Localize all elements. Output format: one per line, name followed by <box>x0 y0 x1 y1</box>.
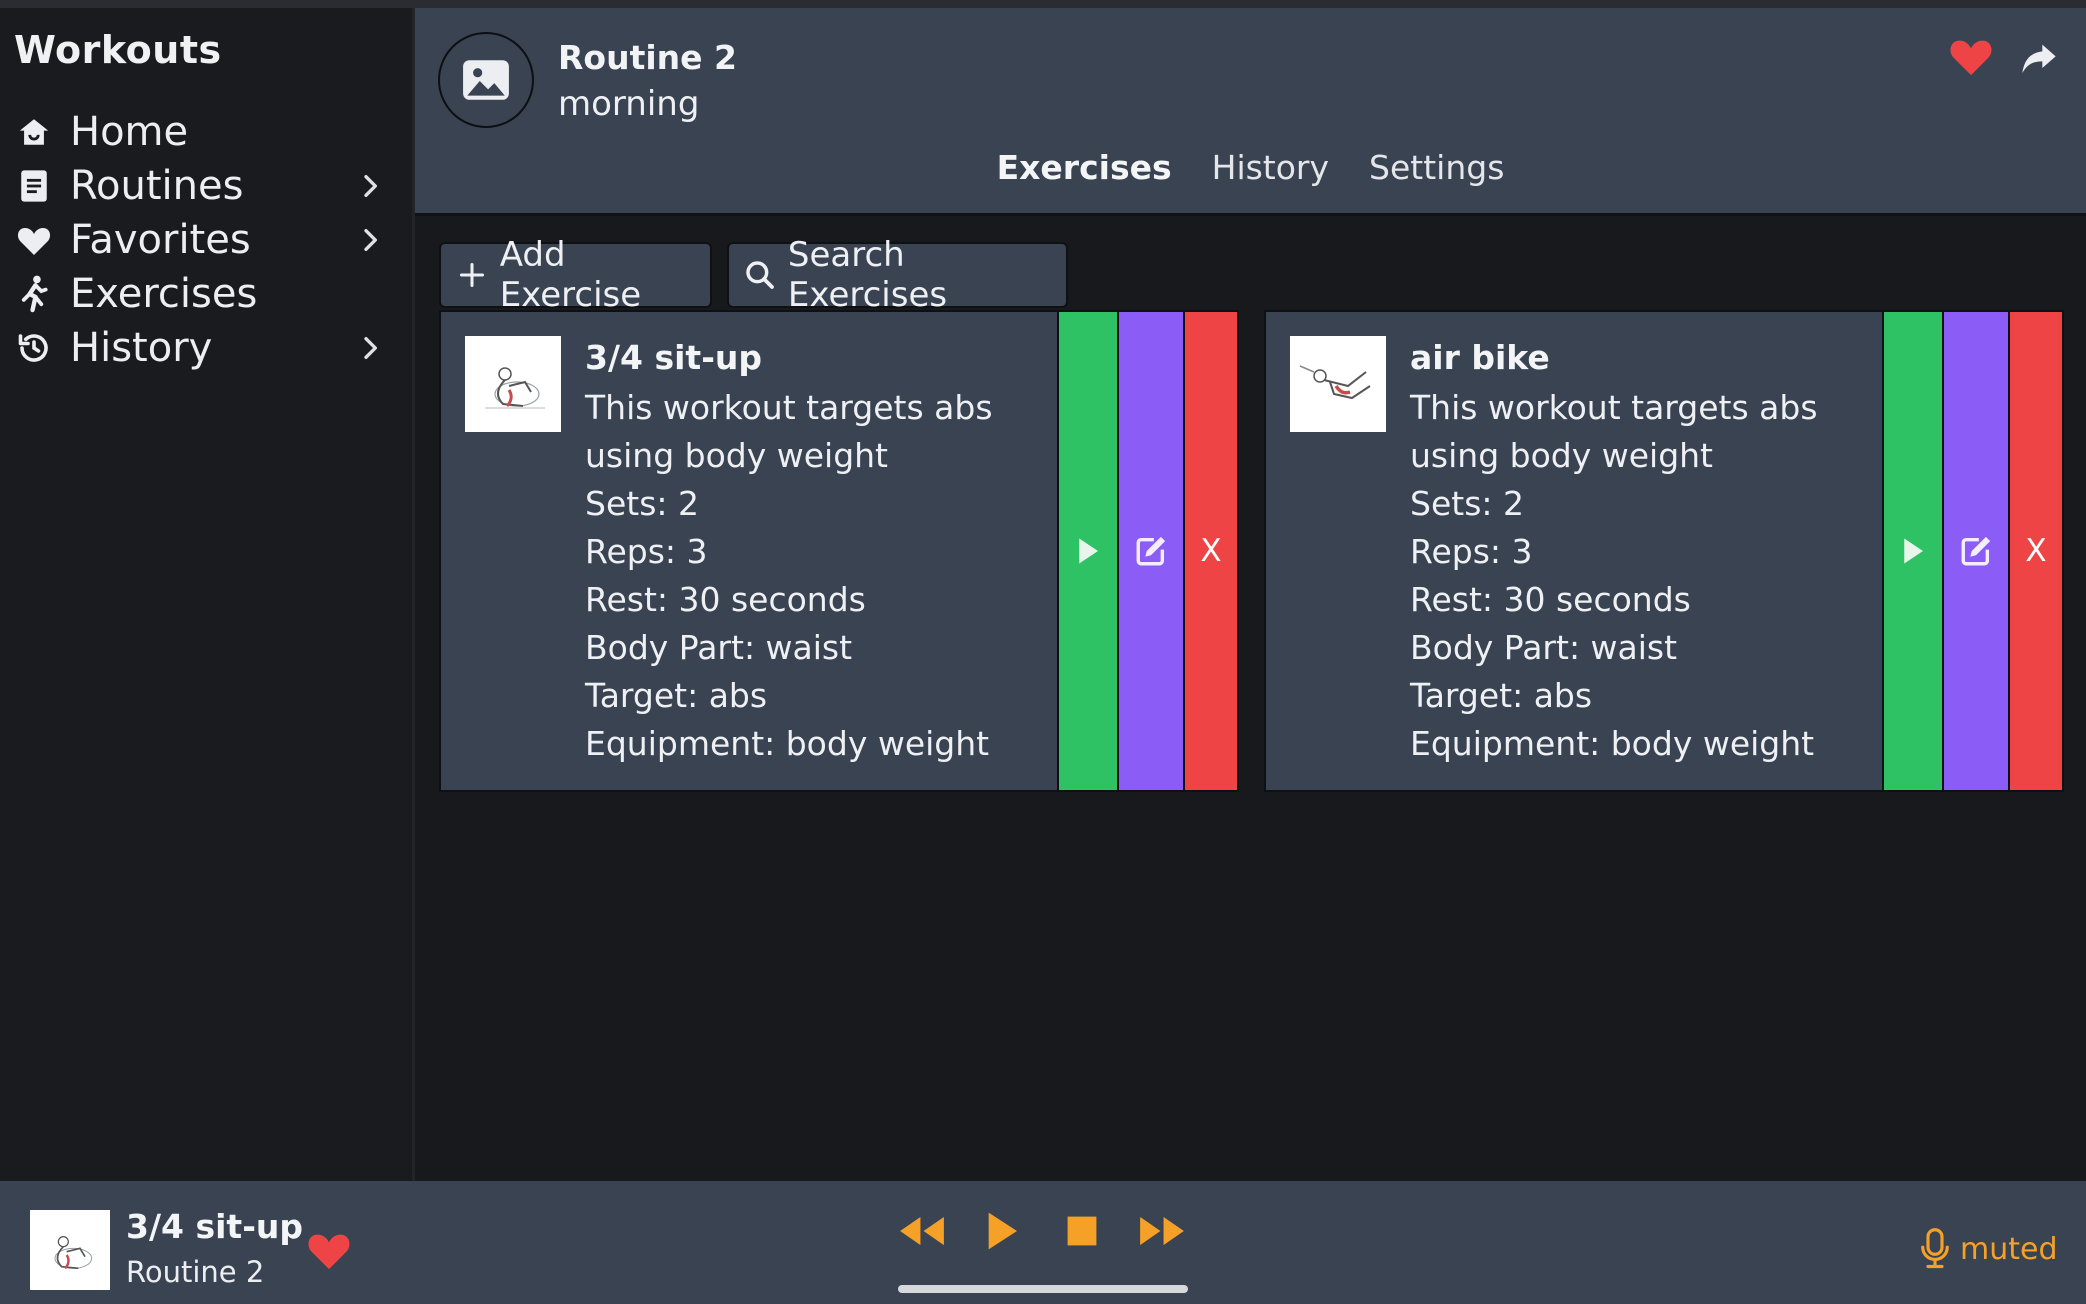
exercise-actions: X <box>1057 312 1237 790</box>
exercise-sets: Sets: 2 <box>1410 484 1524 523</box>
search-icon <box>743 257 778 293</box>
edit-icon <box>1136 536 1166 566</box>
rewind-button[interactable] <box>893 1207 951 1255</box>
exercise-card: air bike This workout targets abs using … <box>1264 310 2064 792</box>
player-favorite-heart-icon[interactable] <box>306 1227 352 1273</box>
fast-forward-button[interactable] <box>1133 1207 1191 1255</box>
exercise-reps: Reps: 3 <box>585 532 708 571</box>
fast-forward-icon <box>1140 1216 1184 1246</box>
stop-button[interactable] <box>1053 1207 1111 1255</box>
image-icon <box>463 60 509 100</box>
rewind-icon <box>900 1216 944 1246</box>
chevron-right-icon <box>364 229 377 251</box>
heart-icon <box>14 220 54 260</box>
tab-exercises[interactable]: Exercises <box>997 148 1172 187</box>
play-exercise-button[interactable] <box>1882 312 1942 790</box>
exercise-sets: Sets: 2 <box>585 484 699 523</box>
tab-settings[interactable]: Settings <box>1369 148 1504 187</box>
exercise-description-cont: using body weight <box>1410 436 1713 475</box>
exercise-card: 3/4 sit-up This workout targets abs usin… <box>439 310 1239 792</box>
sidebar-item-label: Favorites <box>70 217 251 263</box>
exercise-details: This workout targets abs using body weig… <box>585 384 1055 768</box>
exercise-name: 3/4 sit-up <box>585 338 763 377</box>
edit-exercise-button[interactable] <box>1942 312 2008 790</box>
sidebar-item-label: History <box>70 325 213 371</box>
play-icon <box>1079 538 1098 564</box>
delete-exercise-button[interactable]: X <box>2008 312 2062 790</box>
routine-subtitle: morning <box>558 84 700 124</box>
tab-history[interactable]: History <box>1212 148 1329 187</box>
app-title: Workouts <box>14 28 222 72</box>
delete-exercise-button[interactable]: X <box>1183 312 1237 790</box>
top-border <box>0 0 2086 8</box>
chevron-right-icon <box>364 337 377 359</box>
exercise-equipment: Equipment: body weight <box>1410 724 1815 763</box>
exercise-name: air bike <box>1410 338 1550 377</box>
add-exercise-label: Add Exercise <box>499 235 642 315</box>
routine-header: Routine 2 morning Exercises History Sett… <box>415 8 2086 216</box>
search-exercises-button[interactable]: Search Exercises <box>727 235 1068 315</box>
play-exercise-button[interactable] <box>1057 312 1117 790</box>
exercise-target: Target: abs <box>1410 676 1593 715</box>
exercise-actions: X <box>1882 312 2062 790</box>
add-exercise-button[interactable]: Add Exercise <box>439 235 712 315</box>
exercise-description: This workout targets abs <box>585 388 993 427</box>
plus-icon <box>455 257 490 293</box>
exercise-equipment: Equipment: body weight <box>585 724 990 763</box>
exercise-body-part: Body Part: waist <box>1410 628 1678 667</box>
player-routine-name: Routine 2 <box>126 1255 265 1289</box>
sidebar-item-label: Routines <box>70 163 244 209</box>
exercise-rest: Rest: 30 seconds <box>585 580 866 619</box>
exercise-thumbnail <box>465 336 561 432</box>
microphone-icon <box>1921 1228 1949 1269</box>
sidebar-item-label: Home <box>70 109 189 155</box>
home-icon <box>14 112 54 152</box>
exercise-description: This workout targets abs <box>1410 388 1818 427</box>
document-icon <box>14 166 54 206</box>
edit-exercise-button[interactable] <box>1117 312 1183 790</box>
edit-icon <box>1961 536 1991 566</box>
chevron-right-icon <box>364 175 377 197</box>
exercise-description-cont: using body weight <box>585 436 888 475</box>
play-button[interactable] <box>973 1207 1031 1255</box>
player-thumbnail <box>30 1210 110 1290</box>
exercise-thumbnail <box>1290 336 1386 432</box>
home-indicator <box>898 1285 1188 1293</box>
exercise-reps: Reps: 3 <box>1410 532 1533 571</box>
stop-icon <box>1067 1216 1097 1246</box>
play-icon <box>1904 538 1923 564</box>
mic-status-label: muted <box>1960 1231 2058 1267</box>
exercise-target: Target: abs <box>585 676 768 715</box>
search-exercises-label: Search Exercises <box>787 235 948 315</box>
routine-tabs: Exercises History Settings <box>415 148 2086 187</box>
exercise-rest: Rest: 30 seconds <box>1410 580 1691 619</box>
routine-image-button[interactable] <box>438 32 534 128</box>
routine-title: Routine 2 <box>558 38 737 77</box>
share-icon[interactable] <box>2019 38 2059 78</box>
sidebar: Workouts Home Routines Favorites Exercis… <box>0 8 415 1181</box>
history-icon <box>14 328 54 368</box>
player-exercise-title: 3/4 sit-up <box>126 1207 304 1246</box>
play-icon <box>988 1212 1017 1250</box>
sidebar-item-label: Exercises <box>70 271 258 317</box>
player-bar: 3/4 sit-up Routine 2 muted <box>0 1181 2086 1304</box>
sidebar-item-history[interactable]: History <box>0 316 412 380</box>
favorite-heart-icon[interactable] <box>1948 33 1994 79</box>
exercise-details: This workout targets abs using body weig… <box>1410 384 1880 768</box>
microphone-toggle[interactable]: muted <box>1920 1227 2058 1271</box>
running-person-icon <box>14 274 54 314</box>
exercise-body-part: Body Part: waist <box>585 628 853 667</box>
